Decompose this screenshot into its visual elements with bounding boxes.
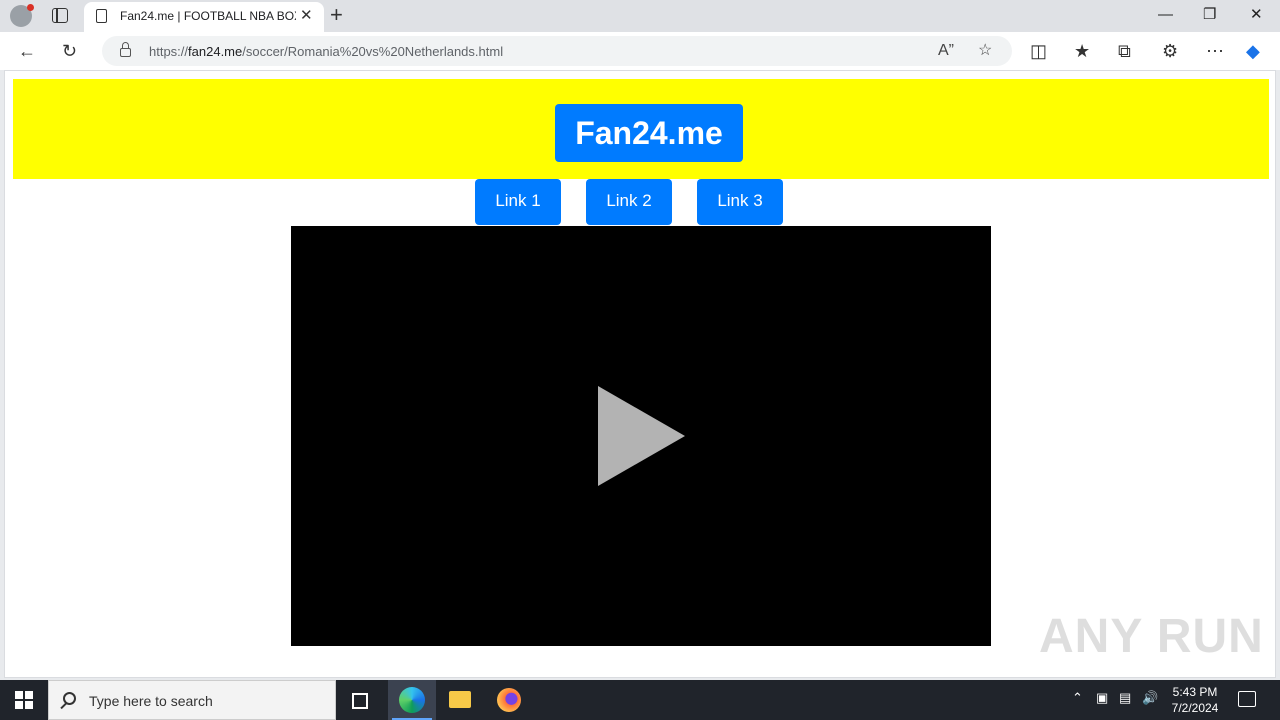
back-icon[interactable]: ← [18, 40, 36, 62]
page-icon [96, 9, 107, 23]
split-screen-icon[interactable]: ◫ [1030, 40, 1047, 62]
minimize-icon[interactable]: — [1158, 4, 1173, 26]
taskbar-search[interactable]: Type here to search [48, 680, 336, 720]
extensions-icon[interactable]: ⚙ [1162, 40, 1178, 62]
task-view-icon[interactable] [336, 680, 384, 720]
taskbar: Type here to search ⌃ ▣ ▤ 🔊 5:43 PM 7/2/… [0, 680, 1280, 720]
profile-avatar-icon[interactable] [10, 4, 34, 27]
site-brand[interactable]: Fan24.me [555, 104, 743, 162]
new-tab-button[interactable]: + [330, 3, 343, 27]
play-icon[interactable] [598, 386, 685, 486]
nav-link-3[interactable]: Link 3 [697, 179, 783, 225]
search-icon [63, 692, 76, 705]
tab-strip: Fan24.me | FOOTBALL NBA BOXI ✕ + — ❐ ✕ [0, 0, 1280, 32]
volume-icon[interactable]: 🔊 [1142, 690, 1158, 706]
tab-close-icon[interactable]: ✕ [300, 7, 313, 25]
nav-link-2[interactable]: Link 2 [586, 179, 672, 225]
favorites-icon[interactable]: ★ [1074, 40, 1090, 62]
copilot-icon[interactable]: ◆ [1246, 40, 1260, 62]
file-explorer-icon[interactable] [436, 680, 484, 720]
tab-actions-icon[interactable] [52, 8, 68, 23]
network-icon[interactable]: ▤ [1119, 690, 1131, 706]
address-bar[interactable]: https://fan24.me/soccer/Romania%20vs%20N… [102, 36, 1012, 66]
video-player[interactable] [291, 226, 991, 646]
collections-icon[interactable]: ⧉ [1118, 40, 1131, 62]
windows-start-icon[interactable] [15, 691, 33, 709]
read-aloud-icon[interactable]: A” [938, 41, 954, 61]
meet-now-icon[interactable]: ▣ [1096, 690, 1108, 706]
site-header: Fan24.me [13, 79, 1269, 179]
clock-date: 7/2/2024 [1171, 701, 1219, 715]
tab-title: Fan24.me | FOOTBALL NBA BOXI [120, 9, 296, 23]
notifications-icon[interactable] [1238, 691, 1256, 707]
nav-link-1[interactable]: Link 1 [475, 179, 561, 225]
favorite-star-icon[interactable]: ☆ [978, 41, 992, 61]
taskbar-clock[interactable]: 5:43 PM 7/2/2024 [1162, 684, 1228, 716]
url-text[interactable]: https://fan24.me/soccer/Romania%20vs%20N… [149, 44, 503, 59]
tray-chevron-icon[interactable]: ⌃ [1072, 690, 1083, 706]
edge-icon[interactable] [388, 680, 436, 720]
clock-time: 5:43 PM [1172, 685, 1218, 699]
page-viewport: Fan24.me Link 1 Link 2 Link 3 ANY RUN [4, 70, 1276, 678]
firefox-icon[interactable] [484, 680, 532, 720]
browser-toolbar: ← ↻ https://fan24.me/soccer/Romania%20vs… [0, 32, 1280, 70]
lock-icon[interactable] [120, 42, 131, 57]
active-tab[interactable]: Fan24.me | FOOTBALL NBA BOXI ✕ [84, 2, 324, 32]
more-menu-icon[interactable]: ⋯ [1206, 40, 1224, 62]
close-window-icon[interactable]: ✕ [1250, 4, 1263, 26]
refresh-icon[interactable]: ↻ [62, 40, 77, 62]
restore-icon[interactable]: ❐ [1203, 4, 1216, 26]
search-placeholder: Type here to search [89, 693, 213, 709]
watermark: ANY RUN [1039, 610, 1264, 663]
